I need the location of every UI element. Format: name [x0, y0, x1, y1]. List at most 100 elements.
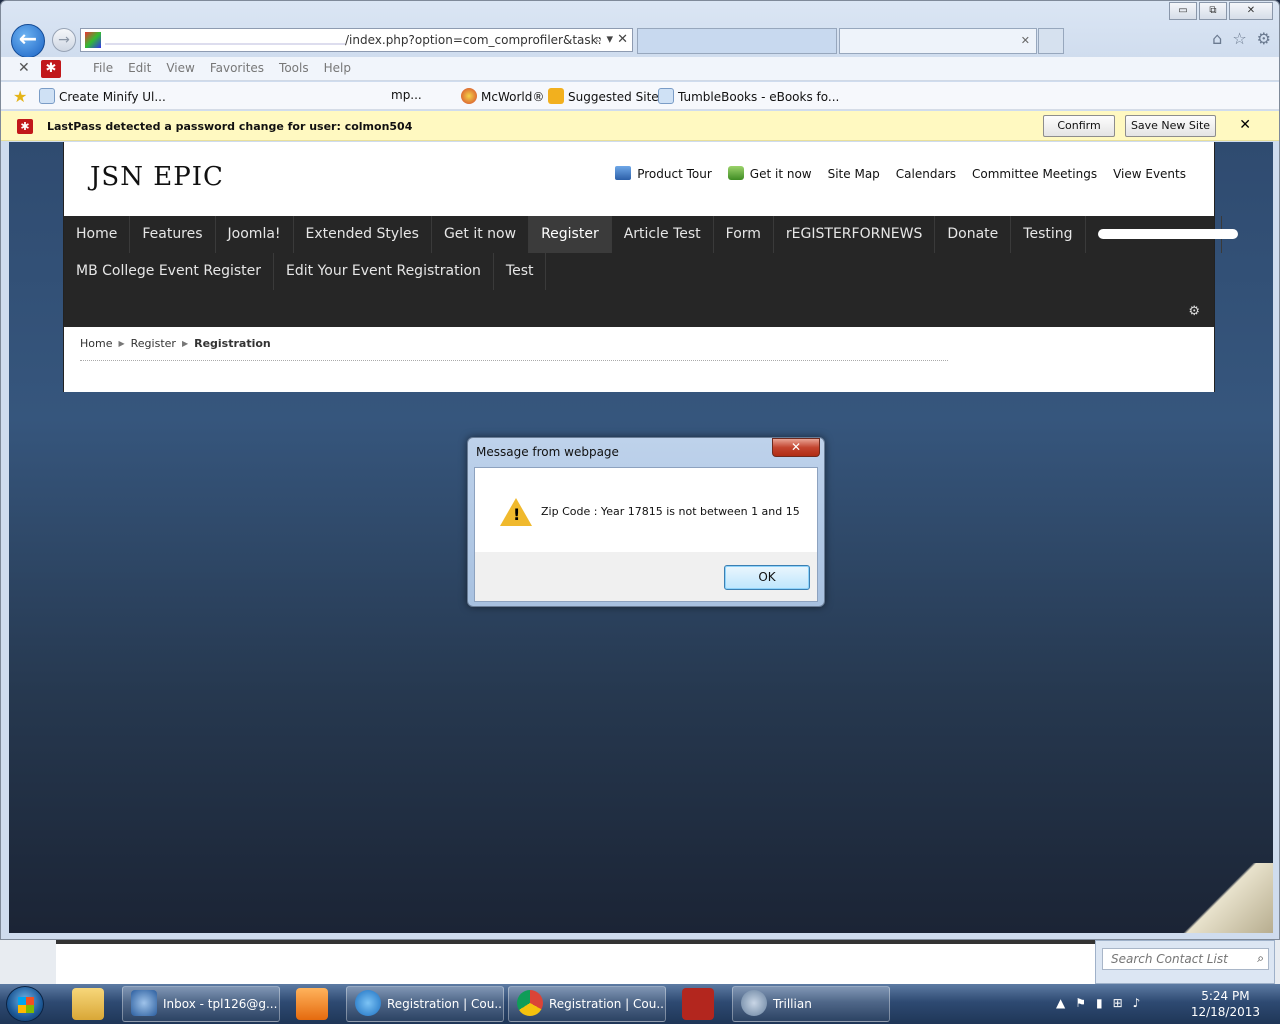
- favorite-item[interactable]: TumbleBooks - eBooks fo...: [658, 88, 839, 104]
- minimize-button[interactable]: ▭: [1169, 2, 1197, 20]
- redacted-domain: [105, 36, 345, 45]
- search-contact-input[interactable]: [1102, 948, 1269, 970]
- explorer-icon[interactable]: [72, 988, 104, 1020]
- taskbar-button-ie[interactable]: Registration | Cou...: [346, 986, 504, 1022]
- dialog-body: ! Zip Code : Year 17815 is not between 1…: [474, 467, 818, 602]
- nav-registerfornews[interactable]: rEGISTERFORNEWS: [774, 216, 936, 253]
- trillian-icon: [741, 990, 767, 1016]
- menu-tools[interactable]: Tools: [279, 61, 309, 75]
- menu-edit[interactable]: Edit: [128, 61, 151, 75]
- navigation-bar: ← → /index.php?option=com_comprofiler&ta…: [1, 23, 1279, 58]
- nav-extended-styles[interactable]: Extended Styles: [294, 216, 432, 253]
- address-bar[interactable]: /index.php?option=com_comprofiler&task: …: [80, 28, 633, 52]
- gear-icon[interactable]: ⚙: [1257, 29, 1271, 48]
- nav-home[interactable]: Home: [64, 216, 131, 253]
- close-window-button[interactable]: ✕: [1229, 2, 1273, 20]
- address-controls[interactable]: ⌕ ▾ ✕: [595, 29, 628, 51]
- favorite-item[interactable]: Create Minify Ul...: [39, 88, 166, 104]
- clock-time: 5:24 PM: [1201, 989, 1250, 1003]
- site-favicon-icon: [85, 32, 101, 48]
- nav-test[interactable]: Test: [494, 253, 547, 290]
- top-link-view-events[interactable]: View Events: [1113, 167, 1186, 181]
- top-link-committee-meetings[interactable]: Committee Meetings: [972, 167, 1097, 181]
- tray-icons[interactable]: ▲⚑▮⊞♪: [1056, 996, 1150, 1010]
- nav-article-test[interactable]: Article Test: [612, 216, 714, 253]
- taskbar-button-chrome[interactable]: Registration | Cou...: [508, 986, 666, 1022]
- nav-edit-your-event-registration[interactable]: Edit Your Event Registration: [274, 253, 494, 290]
- favorite-item[interactable]: mp...: [391, 88, 422, 102]
- window-controls: ▭ ⧉ ✕: [1169, 2, 1273, 20]
- top-link-product-tour[interactable]: Product Tour: [615, 166, 712, 181]
- mcworld-icon: [461, 88, 477, 104]
- close-icon[interactable]: ✕: [1239, 117, 1251, 133]
- forward-button[interactable]: →: [52, 28, 76, 52]
- top-links: Product Tour Get it now Site Map Calenda…: [615, 166, 1186, 181]
- breadcrumb-current: Registration: [194, 337, 271, 350]
- site-logo[interactable]: JSN EPIC: [90, 162, 224, 192]
- breadcrumb-home[interactable]: Home: [80, 337, 112, 350]
- lastpass-icon: ✱: [17, 119, 33, 134]
- back-button[interactable]: ←: [11, 24, 45, 58]
- nav-joomla[interactable]: Joomla!: [216, 216, 294, 253]
- lastpass-icon[interactable]: ✱: [41, 60, 61, 78]
- ok-button[interactable]: OK: [724, 565, 810, 590]
- menu-help[interactable]: Help: [324, 61, 351, 75]
- menu-file[interactable]: File: [93, 61, 113, 75]
- home-icon[interactable]: ⌂: [1212, 29, 1222, 48]
- breadcrumb: Home ▶ Register ▶ Registration: [80, 337, 271, 350]
- dialog-close-button[interactable]: ✕: [772, 438, 820, 457]
- tab-loading[interactable]: ✕: [839, 28, 1037, 54]
- tab-active[interactable]: [637, 28, 837, 54]
- close-toolbar-icon[interactable]: ✕: [18, 60, 30, 76]
- restore-button[interactable]: ⧉: [1199, 2, 1227, 20]
- nav-register[interactable]: Register: [529, 216, 612, 253]
- address-url: /index.php?option=com_comprofiler&task:: [345, 33, 602, 47]
- system-tray: ▲⚑▮⊞♪ 5:24 PM 12/18/2013: [1050, 984, 1280, 1024]
- nav-get-it-now[interactable]: Get it now: [432, 216, 530, 253]
- dialog-title: Message from webpage: [476, 445, 619, 459]
- new-tab-button[interactable]: [1038, 28, 1064, 54]
- menu-favorites[interactable]: Favorites: [210, 61, 264, 75]
- breadcrumb-register[interactable]: Register: [131, 337, 176, 350]
- forward-arrow-icon: →: [58, 32, 70, 48]
- bing-icon: [548, 88, 564, 104]
- lastpass-notification-bar: ✱ LastPass detected a password change fo…: [1, 111, 1279, 141]
- ie-toolbar: ⌂ ☆ ⚙: [1212, 29, 1271, 48]
- ie-icon: [355, 990, 381, 1016]
- filezilla-icon[interactable]: [682, 988, 714, 1020]
- contact-list-panel: ⌕: [1095, 940, 1275, 984]
- save-new-site-button[interactable]: Save New Site: [1125, 115, 1216, 137]
- lastpass-message: LastPass detected a password change for …: [47, 120, 413, 133]
- settings-gear-icon[interactable]: ⚙: [1188, 304, 1200, 319]
- main-navigation: Home Features Joomla! Extended Styles Ge…: [64, 216, 1238, 327]
- nav-mb-college-event-register[interactable]: MB College Event Register: [64, 253, 275, 290]
- search-icon[interactable]: ⌕: [1257, 951, 1264, 966]
- favorite-item[interactable]: Suggested Sites: [548, 88, 665, 104]
- nav-form[interactable]: Form: [714, 216, 774, 253]
- favorites-star-icon[interactable]: ☆: [1232, 29, 1246, 48]
- nav-testing[interactable]: Testing: [1011, 216, 1086, 253]
- favorite-item[interactable]: McWorld®: [461, 88, 544, 104]
- breadcrumb-separator-icon: ▶: [181, 339, 189, 348]
- top-link-calendars[interactable]: Calendars: [896, 167, 956, 181]
- message-dialog: Message from webpage ✕ ! Zip Code : Year…: [467, 437, 825, 607]
- taskbar-button-trillian[interactable]: Trillian: [732, 986, 890, 1022]
- tab-close-icon[interactable]: ✕: [1021, 29, 1030, 53]
- breadcrumb-separator-icon: ▶: [118, 339, 125, 348]
- clock[interactable]: 5:24 PM 12/18/2013: [1191, 988, 1260, 1020]
- add-favorite-star-icon[interactable]: ★: [13, 87, 27, 106]
- top-link-get-it-now[interactable]: Get it now: [727, 166, 812, 181]
- site-container: JSN EPIC Product Tour Get it now Site Ma…: [63, 142, 1238, 392]
- start-button[interactable]: [6, 986, 44, 1022]
- menu-view[interactable]: View: [166, 61, 194, 75]
- nav-donate[interactable]: Donate: [935, 216, 1012, 253]
- confirm-button[interactable]: Confirm: [1043, 115, 1115, 137]
- nav-features[interactable]: Features: [130, 216, 216, 253]
- media-player-icon[interactable]: [296, 988, 328, 1020]
- taskbar: Inbox - tpl126@g... Registration | Cou..…: [0, 984, 1280, 1024]
- taskbar-button-thunderbird[interactable]: Inbox - tpl126@g...: [122, 986, 280, 1022]
- nav-redacted-item[interactable]: [1086, 216, 1238, 253]
- favorites-bar: ★ Create Minify Ul... mp... McWorld® Sug…: [1, 82, 1279, 110]
- top-link-site-map[interactable]: Site Map: [828, 167, 880, 181]
- thunderbird-icon: [131, 990, 157, 1016]
